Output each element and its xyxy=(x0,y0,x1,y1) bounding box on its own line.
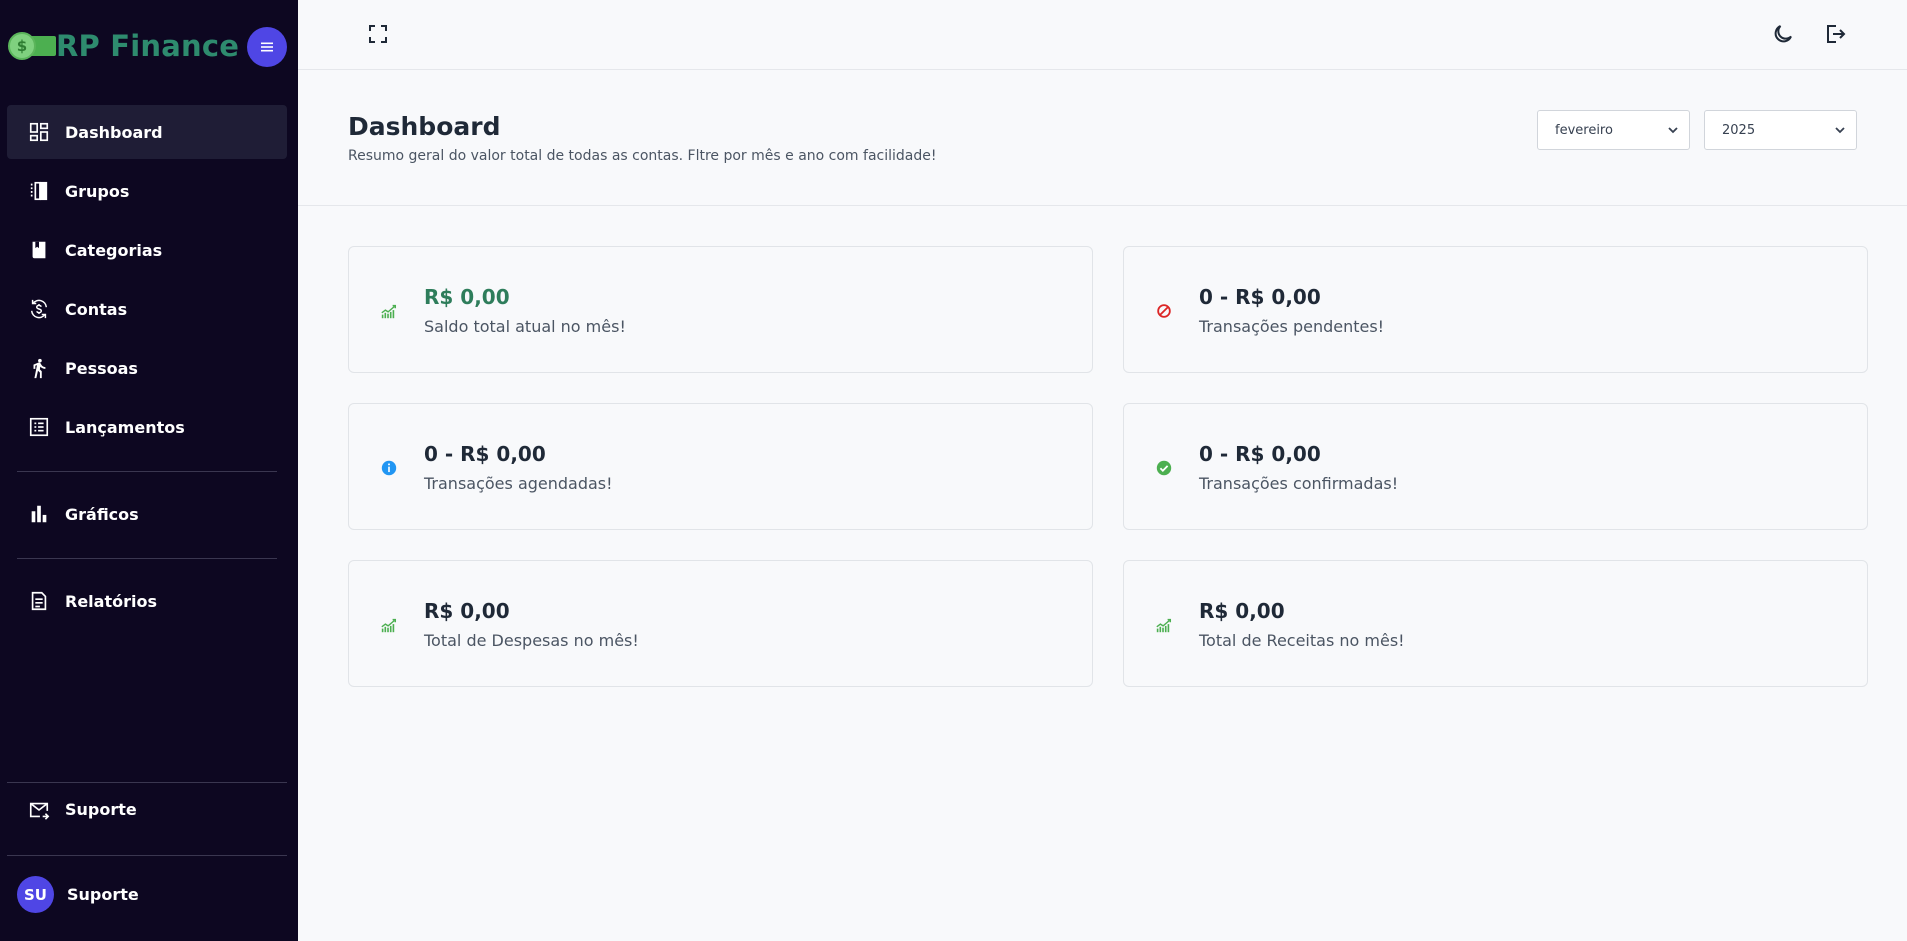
page-subtitle: Resumo geral do valor total de todas as … xyxy=(348,148,937,164)
card-value: 0 - R$ 0,00 xyxy=(1199,442,1321,466)
walking-person-icon xyxy=(27,356,51,380)
card-label: Saldo total atual no mês! xyxy=(424,317,626,336)
sidebar-divider xyxy=(17,471,277,472)
card-transacoes-pendentes: 0 - R$ 0,00 Transações pendentes! xyxy=(1123,246,1868,373)
sidebar-item-pessoas[interactable]: Pessoas xyxy=(7,341,287,395)
trending-chart-icon xyxy=(379,615,399,635)
report-icon xyxy=(27,589,51,613)
card-label: Transações pendentes! xyxy=(1199,317,1385,336)
card-transacoes-confirmadas: 0 - R$ 0,00 Transações confirmadas! xyxy=(1123,403,1868,530)
card-value: R$ 0,00 xyxy=(1199,599,1285,623)
user-name[interactable]: Suporte xyxy=(67,885,139,904)
trending-chart-icon xyxy=(379,301,399,321)
dashboard-icon xyxy=(27,120,51,144)
sidebar-item-grupos[interactable]: Grupos xyxy=(7,164,287,218)
card-label: Total de Despesas no mês! xyxy=(424,631,639,650)
sidebar-item-dashboard[interactable]: Dashboard xyxy=(7,105,287,159)
page-header: Dashboard Resumo geral do valor total de… xyxy=(298,70,1907,206)
sidebar-item-label: Grupos xyxy=(65,181,130,201)
sidebar-item-graficos[interactable]: Gráficos xyxy=(7,487,287,541)
card-value: R$ 0,00 xyxy=(424,599,510,623)
logout-button[interactable] xyxy=(1821,20,1849,48)
sidebar-item-lancamentos[interactable]: Lançamentos xyxy=(7,400,287,454)
month-select[interactable]: fevereiro xyxy=(1537,110,1690,150)
sidebar-divider xyxy=(7,855,287,856)
chevron-down-icon xyxy=(1668,127,1678,134)
coin-symbol: $ xyxy=(16,37,28,55)
dark-mode-toggle[interactable] xyxy=(1769,20,1797,48)
card-label: Total de Receitas no mês! xyxy=(1199,631,1405,650)
sidebar-divider xyxy=(17,558,277,559)
card-total-despesas: R$ 0,00 Total de Despesas no mês! xyxy=(348,560,1093,687)
currency-exchange-icon xyxy=(27,297,51,321)
trending-chart-icon xyxy=(1154,615,1174,635)
card-label: Transações confirmadas! xyxy=(1199,474,1399,493)
brand-logo[interactable]: $ RP Finance xyxy=(8,26,248,66)
year-select[interactable]: 2025 xyxy=(1704,110,1857,150)
menu-toggle-button[interactable] xyxy=(247,27,287,67)
sidebar-item-label: Dashboard xyxy=(65,122,163,142)
brand-name: RP Finance xyxy=(56,29,240,63)
logout-icon xyxy=(1827,25,1846,43)
list-icon xyxy=(27,415,51,439)
card-transacoes-agendadas: 0 - R$ 0,00 Transações agendadas! xyxy=(348,403,1093,530)
year-select-value: 2025 xyxy=(1722,122,1756,138)
card-value: 0 - R$ 0,00 xyxy=(424,442,546,466)
book-icon xyxy=(27,238,51,262)
moon-icon xyxy=(1774,25,1792,43)
card-saldo-total: R$ 0,00 Saldo total atual no mês! xyxy=(348,246,1093,373)
mail-icon xyxy=(27,798,51,822)
hamburger-icon xyxy=(261,42,273,52)
info-icon xyxy=(379,458,399,478)
sidebar-item-relatorios[interactable]: Relatórios xyxy=(7,574,287,628)
sidebar-item-label: Gráficos xyxy=(65,504,139,524)
sidebar-item-label: Relatórios xyxy=(65,591,157,611)
sidebar-item-categorias[interactable]: Categorias xyxy=(7,223,287,277)
sidebar: $ RP Finance Dashboard Grupos Categorias xyxy=(0,0,298,941)
chevron-down-icon xyxy=(1835,127,1845,134)
coin-icon: $ xyxy=(8,32,36,60)
check-circle-icon xyxy=(1154,458,1174,478)
sidebar-item-contas[interactable]: Contas xyxy=(7,282,287,336)
sidebar-item-suporte[interactable]: Suporte xyxy=(7,782,287,837)
bar-chart-icon xyxy=(27,502,51,526)
sidebar-item-label: Lançamentos xyxy=(65,417,185,437)
blocked-icon xyxy=(1154,301,1174,321)
avatar[interactable]: SU xyxy=(17,876,54,913)
card-value: R$ 0,00 xyxy=(424,285,510,309)
card-total-receitas: R$ 0,00 Total de Receitas no mês! xyxy=(1123,560,1868,687)
sidebar-item-label: Suporte xyxy=(65,800,137,819)
sidebar-item-label: Pessoas xyxy=(65,358,138,378)
sidebar-item-label: Contas xyxy=(65,299,128,319)
groups-icon xyxy=(27,179,51,203)
page-title: Dashboard xyxy=(348,112,501,141)
card-value: 0 - R$ 0,00 xyxy=(1199,285,1321,309)
card-label: Transações agendadas! xyxy=(424,474,613,493)
sidebar-item-label: Categorias xyxy=(65,240,163,260)
month-select-value: fevereiro xyxy=(1555,122,1613,138)
topbar xyxy=(298,0,1907,70)
fullscreen-button[interactable] xyxy=(364,20,392,48)
fullscreen-icon xyxy=(369,25,387,43)
